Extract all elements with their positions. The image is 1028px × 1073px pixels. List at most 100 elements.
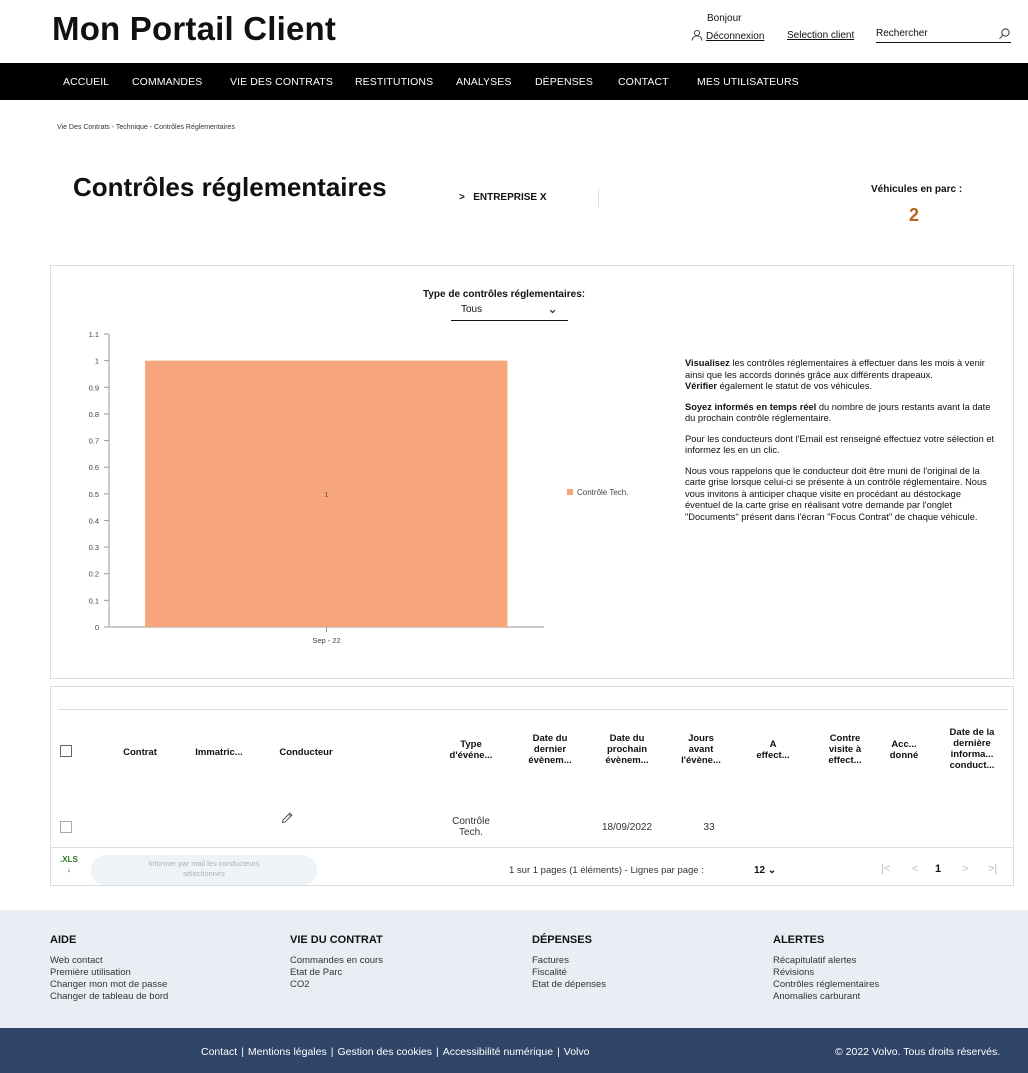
footer-link[interactable]: Web contact (50, 955, 168, 967)
footer-link[interactable]: Récapitulatif alertes (773, 955, 879, 967)
search-box[interactable] (876, 28, 1011, 43)
vehicles-label: Véhicules en parc : (871, 184, 963, 195)
footer-heading: ALERTES (773, 934, 825, 946)
col-type[interactable]: Type d'événe... (442, 739, 500, 761)
vehicles-count: 2 (909, 205, 920, 225)
nav-analyses[interactable]: ANALYSES (456, 76, 511, 88)
info-paragraph: Pour les conducteurs dont l'Email est re… (685, 433, 995, 456)
info-paragraph: Visualisez les contrôles réglementaires … (685, 358, 985, 391)
search-input[interactable] (876, 28, 986, 39)
company-selector[interactable]: > ENTREPRISE X (457, 189, 599, 207)
copyright: © 2022 Volvo. Tous droits réservés. (835, 1046, 1001, 1058)
site-footer: AIDE Web contact Première utilisation Ch… (0, 910, 1028, 1028)
y-tick-label: 0.8 (89, 410, 99, 419)
nav-depenses[interactable]: DÉPENSES (535, 76, 593, 88)
col-conducteur[interactable]: Conducteur (271, 747, 341, 758)
pencil-icon[interactable] (280, 811, 294, 830)
footer-link[interactable]: Anomalies carburant (773, 991, 879, 1003)
y-tick-label: 1.1 (89, 330, 99, 339)
rows-per-page-select[interactable]: 12 ⌄ (754, 865, 776, 876)
footer-link[interactable]: Fiscalité (532, 967, 606, 979)
info-paragraph: Nous vous rappelons que le conducteur do… (685, 465, 987, 522)
footer-link[interactable]: Changer mon mot de passe (50, 979, 168, 991)
select-client-link[interactable]: Selection client (787, 30, 854, 41)
footer-heading: AIDE (50, 934, 77, 946)
prev-page-icon[interactable]: < (912, 863, 918, 875)
cell-type: Contrôle Tech. (452, 816, 490, 838)
cell-days: 33 (703, 822, 715, 833)
chevron-right-icon: > (459, 192, 465, 203)
footer-link[interactable]: Etat de dépenses (532, 979, 606, 991)
notify-drivers-button[interactable]: Informer par mail les conducteurs sélecti… (91, 855, 317, 885)
footer-link[interactable]: Etat de Parc (290, 967, 383, 979)
nav-vie-des-contrats[interactable]: VIE DES CONTRATS (230, 76, 333, 88)
col-accord[interactable]: Acc... donné (882, 739, 926, 761)
logout-label[interactable]: Déconnexion (706, 31, 764, 42)
col-date-prochain[interactable]: Date du prochain évènem... (596, 733, 658, 766)
footer-link[interactable]: CO2 (290, 979, 383, 991)
chart-panel: Type de contrôles réglementaires: Tous ⌄… (50, 265, 1014, 679)
current-page[interactable]: 1 (935, 863, 941, 875)
col-immatriculation[interactable]: Immatric... (187, 747, 251, 758)
y-tick-label: 0.2 (89, 570, 99, 579)
divider (58, 709, 1008, 710)
link-contact[interactable]: Contact (201, 1046, 237, 1058)
search-icon[interactable] (998, 27, 1011, 43)
footer-link[interactable]: Commandes en cours (290, 955, 383, 967)
col-contre-visite[interactable]: Contre visite à effect... (818, 733, 872, 766)
col-jours-avant[interactable]: Jours avant l'évène... (671, 733, 731, 766)
footer-link[interactable]: Contrôles réglementaires (773, 979, 879, 991)
legend-swatch (567, 489, 573, 495)
y-tick-label: 0.1 (89, 596, 99, 605)
bar-data-label: 1 (324, 490, 328, 499)
link-cookies[interactable]: Gestion des cookies (337, 1046, 432, 1058)
y-tick-label: 0.7 (89, 437, 99, 446)
top-header: Mon Portail Client Bonjour Déconnexion S… (0, 0, 1028, 62)
divider (51, 847, 1013, 848)
footer-col-aide: AIDE Web contact Première utilisation Ch… (50, 934, 168, 1003)
y-tick-label: 0.6 (89, 463, 99, 472)
greeting-text: Bonjour (707, 13, 742, 24)
info-text: Visualisez les contrôles réglementaires … (685, 358, 995, 532)
user-icon (691, 29, 703, 44)
results-table: Contrat Immatric... Conducteur Type d'évé… (50, 686, 1014, 886)
link-mentions[interactable]: Mentions légales (248, 1046, 327, 1058)
pagination-info: 1 sur 1 pages (1 éléments) - Lignes par … (509, 865, 704, 876)
info-paragraph: Soyez informés en temps réel du nombre d… (685, 401, 991, 424)
nav-accueil[interactable]: ACCUEIL (63, 76, 109, 88)
next-page-icon[interactable]: > (962, 863, 968, 875)
export-xls-button[interactable]: .XLS ↓ (60, 855, 78, 875)
nav-restitutions[interactable]: RESTITUTIONS (355, 76, 433, 88)
link-accessibilite[interactable]: Accessibilité numérique (443, 1046, 553, 1058)
cell-next-date: 18/09/2022 (601, 822, 653, 833)
chevron-down-icon: ⌄ (767, 865, 777, 876)
nav-contact[interactable]: CONTACT (618, 76, 669, 88)
last-page-icon[interactable]: >| (988, 863, 997, 875)
footer-col-depenses: DÉPENSES Factures Fiscalité Etat de dépe… (532, 934, 606, 991)
bar-chart: 0 0.1 0.2 0.3 0.4 0.5 0.6 0.7 0.8 0.9 1 1.1 Sep - 22… (89, 330, 629, 645)
nav-mes-utilisateurs[interactable]: MES UTILISATEURS (697, 76, 799, 88)
legal-links: Contact | Mentions légales | Gestion des coo… (201, 1046, 590, 1058)
footer-link[interactable]: Changer de tableau de bord (50, 991, 168, 1003)
nav-commandes[interactable]: COMMANDES (132, 76, 202, 88)
col-contrat[interactable]: Contrat (111, 747, 169, 758)
footer-link[interactable]: Révisions (773, 967, 879, 979)
select-all-checkbox[interactable] (60, 745, 72, 757)
footer-link[interactable]: Première utilisation (50, 967, 168, 979)
col-date-info-conducteur[interactable]: Date de la dernière informa... conduct... (931, 727, 1013, 771)
col-a-effectuer[interactable]: Aeffect... (748, 739, 798, 761)
logout-link[interactable]: Déconnexion (691, 29, 764, 44)
col-date-dernier[interactable]: Date du dernier évènem... (519, 733, 581, 766)
footer-link[interactable]: Factures (532, 955, 606, 967)
breadcrumb[interactable]: Vie Des Contrats - Technique - Contrôles… (57, 124, 235, 131)
legend-label: Contrôle Tech. (577, 488, 628, 497)
link-volvo[interactable]: Volvo (564, 1046, 590, 1058)
y-tick-label: 0 (95, 623, 99, 632)
row-checkbox[interactable] (60, 821, 72, 833)
y-tick-label: 0.4 (89, 516, 99, 525)
download-arrow-icon: ↓ (66, 865, 71, 874)
first-page-icon[interactable]: |< (881, 863, 890, 875)
footer-col-alertes: ALERTES Récapitulatif alertes Révisions … (773, 934, 879, 1003)
x-tick-label: Sep - 22 (312, 636, 340, 645)
brand-title[interactable]: Mon Portail Client (52, 10, 336, 48)
